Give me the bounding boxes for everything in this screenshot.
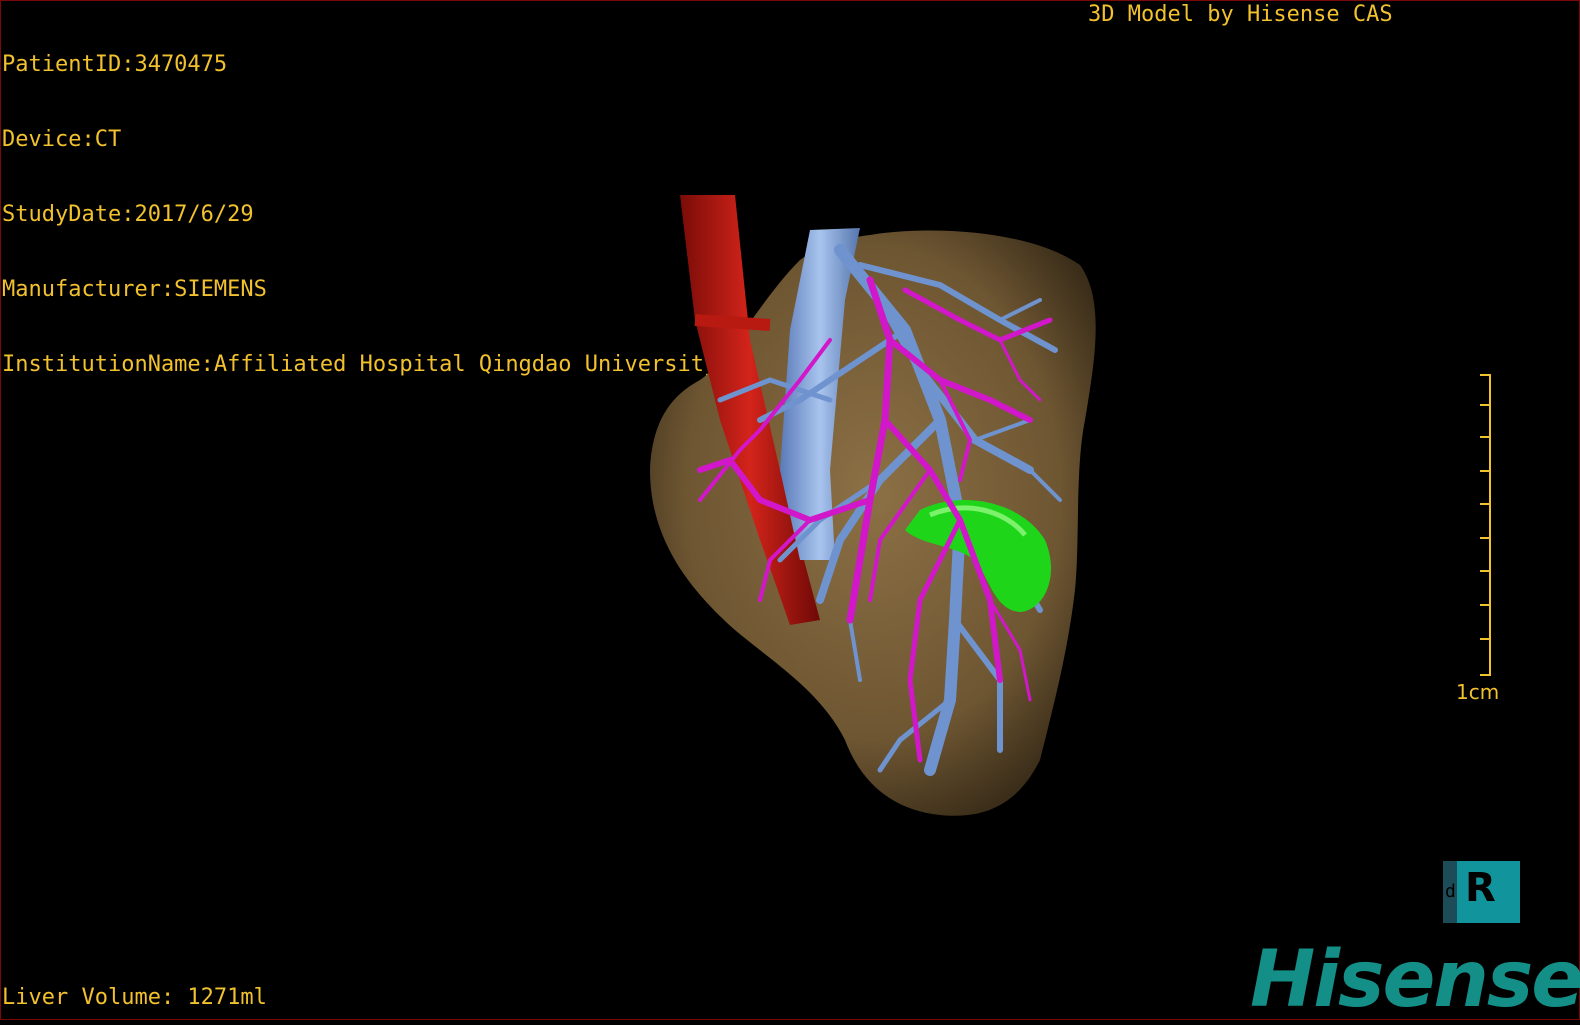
hisense-logo: Hisense bbox=[1250, 935, 1580, 1025]
orientation-side-glyph: d bbox=[1445, 881, 1456, 902]
orientation-main-glyph: R bbox=[1465, 865, 1496, 911]
liver-3d-model-view[interactable] bbox=[0, 0, 1580, 1020]
scale-label: 1cm bbox=[1456, 680, 1500, 704]
scale-bar bbox=[1480, 374, 1491, 676]
liver-volume-text: Liver Volume: 1271ml bbox=[2, 985, 267, 1010]
orientation-cube[interactable]: d R bbox=[1443, 861, 1520, 923]
